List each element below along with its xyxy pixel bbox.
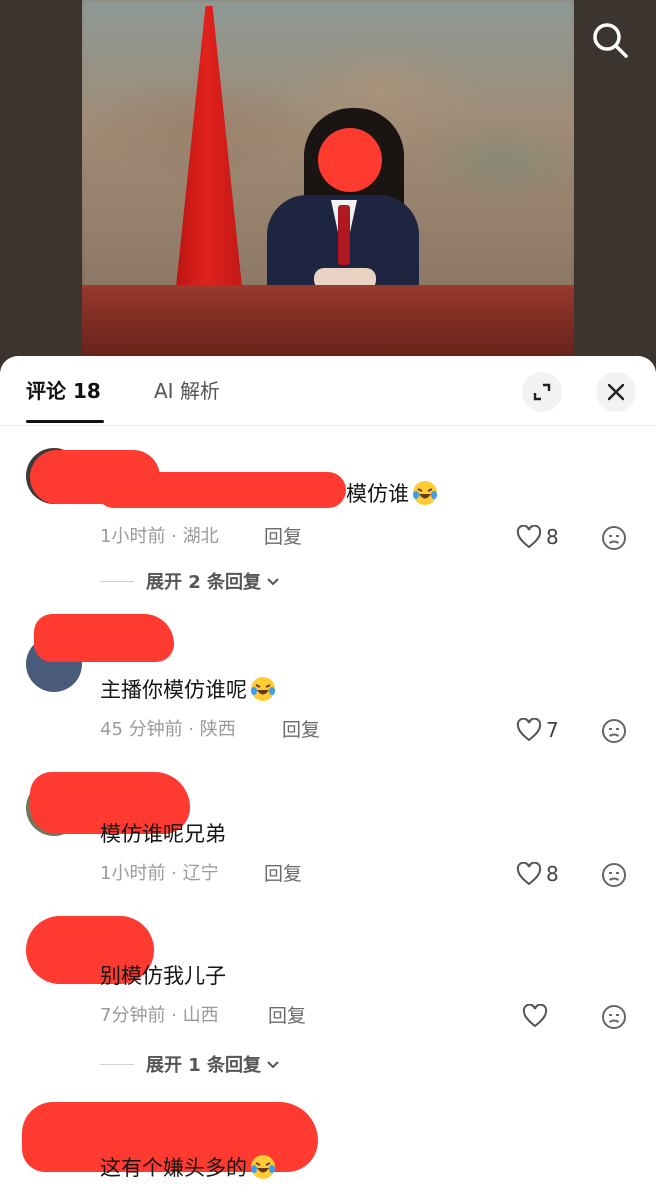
tab-bar: 评论 18 AI 解析: [0, 356, 656, 426]
chevron-down-icon: [267, 1061, 279, 1069]
comment-item: 主播你模仿谁呢 45 分钟前 · 陕西 回复 7: [0, 604, 656, 744]
comment-sheet: 评论 18 AI 解析 模仿谁 1小时前 · 湖北 回复 8 展开 2 条回复 …: [0, 356, 656, 1199]
expand-replies-label: 展开 1 条回复: [146, 1055, 262, 1076]
comment-text: 别模仿我儿子: [100, 964, 226, 988]
comment-meta: 1小时前 · 湖北: [100, 526, 219, 547]
comment-text: 模仿谁: [346, 478, 439, 510]
like-count: 8: [546, 862, 559, 886]
comment-item: 模仿谁 1小时前 · 湖北 回复 8 展开 2 条回复: [0, 448, 656, 608]
comment-item: 别模仿我儿子 7分钟前 · 山西 回复 展开 1 条回复: [0, 916, 656, 1076]
reply-button[interactable]: 回复: [268, 1002, 306, 1030]
reply-button[interactable]: 回复: [264, 523, 302, 551]
video-frame: [82, 0, 574, 372]
tab-comments[interactable]: 评论 18: [26, 376, 101, 406]
divider: [100, 1063, 134, 1065]
comment-meta: 1小时前 · 辽宁: [100, 863, 219, 884]
laughing-tears-emoji-icon: [251, 1155, 275, 1179]
dislike-button[interactable]: [600, 861, 628, 889]
laughing-tears-emoji-icon: [251, 677, 275, 701]
reply-button[interactable]: 回复: [264, 860, 302, 888]
close-icon: [607, 383, 625, 401]
unhappy-face-icon: [602, 863, 626, 887]
comment-meta: 7分钟前 · 山西: [100, 1005, 219, 1026]
heart-icon: [522, 1004, 548, 1028]
unhappy-face-icon: [602, 1005, 626, 1029]
heart-icon: [516, 718, 542, 742]
expand-button[interactable]: [522, 372, 562, 412]
chevron-down-icon: [267, 578, 279, 586]
person-tie: [338, 205, 350, 265]
laughing-tears-emoji-icon: [413, 481, 437, 505]
divider: [100, 580, 134, 582]
reply-button[interactable]: 回复: [282, 716, 320, 744]
like-button[interactable]: 7: [516, 715, 559, 745]
like-count: 7: [546, 718, 559, 742]
like-button[interactable]: 8: [516, 859, 559, 889]
unhappy-face-icon: [602, 719, 626, 743]
dislike-button[interactable]: [600, 524, 628, 552]
comment-text: 模仿谁呢兄弟: [100, 822, 226, 846]
dislike-button[interactable]: [600, 1003, 628, 1031]
expand-replies-button[interactable]: 展开 2 条回复: [100, 567, 281, 595]
text-redaction: [96, 472, 346, 508]
heart-icon: [516, 862, 542, 886]
heart-icon: [516, 525, 542, 549]
username-redaction: [34, 614, 174, 662]
comment-item: 这有个嫌头多的: [0, 1088, 656, 1199]
comment-item: 模仿谁呢兄弟 1小时前 · 辽宁 回复 8: [0, 768, 656, 888]
search-icon: [593, 23, 628, 58]
expand-icon: [533, 383, 551, 401]
comment-text: 这有个嫌头多的: [100, 1152, 277, 1184]
like-button[interactable]: [522, 1001, 552, 1031]
tab-ai-analysis[interactable]: AI 解析: [154, 376, 220, 406]
video-player[interactable]: [0, 0, 656, 372]
expand-replies-button[interactable]: 展开 1 条回复: [100, 1050, 281, 1078]
close-button[interactable]: [596, 372, 636, 412]
tab-active-indicator: [26, 420, 104, 423]
expand-replies-label: 展开 2 条回复: [146, 572, 262, 593]
like-button[interactable]: 8: [516, 522, 559, 552]
face-redaction: [318, 128, 382, 192]
comment-text: 主播你模仿谁呢: [100, 674, 277, 706]
unhappy-face-icon: [602, 526, 626, 550]
comment-meta: 45 分钟前 · 陕西: [100, 719, 236, 740]
dislike-button[interactable]: [600, 717, 628, 745]
like-count: 8: [546, 525, 559, 549]
search-button[interactable]: [588, 18, 632, 62]
